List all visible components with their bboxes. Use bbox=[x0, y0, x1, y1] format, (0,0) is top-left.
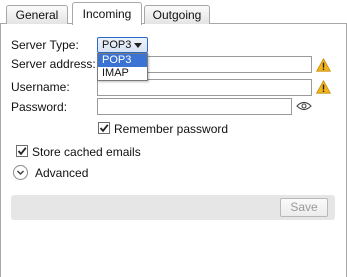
warning-icon bbox=[315, 79, 332, 94]
remember-password-label: Remember password bbox=[114, 122, 229, 136]
server-type-option-imap[interactable]: IMAP bbox=[98, 67, 147, 80]
advanced-toggle-label[interactable]: Advanced bbox=[35, 166, 88, 180]
remember-password-checkbox[interactable] bbox=[98, 122, 110, 134]
warning-icon bbox=[315, 57, 332, 72]
store-cached-emails-label: Store cached emails bbox=[32, 145, 141, 159]
server-type-dropdown-list: POP3 IMAP bbox=[97, 53, 148, 81]
server-type-option-pop3[interactable]: POP3 bbox=[98, 54, 147, 67]
tab-outgoing-label: Outgoing bbox=[152, 8, 202, 22]
tab-incoming[interactable]: Incoming bbox=[72, 2, 142, 25]
server-type-select[interactable]: POP3 bbox=[97, 37, 148, 53]
checkmark-icon bbox=[17, 147, 27, 156]
eye-icon[interactable] bbox=[296, 100, 312, 111]
server-type-selected-value: POP3 bbox=[102, 39, 132, 51]
server-address-label: Server address: bbox=[11, 57, 96, 71]
tab-general-label: General bbox=[15, 8, 59, 22]
save-button[interactable]: Save bbox=[280, 198, 328, 217]
checkmark-icon bbox=[99, 124, 109, 133]
store-cached-emails-checkbox[interactable] bbox=[16, 145, 28, 157]
tab-general[interactable]: General bbox=[6, 5, 68, 24]
tab-outgoing[interactable]: Outgoing bbox=[144, 5, 210, 24]
chevron-down-icon[interactable] bbox=[13, 165, 28, 180]
tab-incoming-label: Incoming bbox=[82, 7, 132, 21]
username-field[interactable] bbox=[97, 79, 312, 96]
username-label: Username: bbox=[11, 80, 70, 94]
password-label: Password: bbox=[11, 100, 68, 114]
server-type-label: Server Type: bbox=[11, 38, 79, 52]
password-field[interactable] bbox=[97, 98, 292, 115]
dropdown-arrow-icon bbox=[134, 43, 142, 48]
tab-strip: General Incoming Outgoing bbox=[0, 0, 347, 25]
